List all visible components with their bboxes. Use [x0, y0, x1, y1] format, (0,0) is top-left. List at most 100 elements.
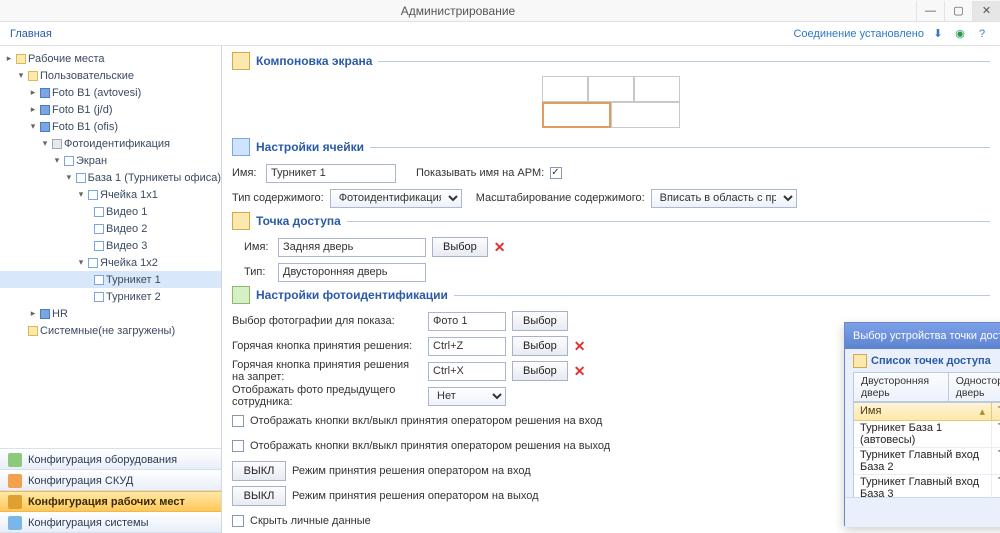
hotkey-deny-input[interactable] — [428, 362, 506, 381]
nav-config-system[interactable]: Конфигурация системы — [0, 512, 221, 533]
chk-hide-personal[interactable] — [232, 515, 244, 527]
turnstile-icon — [94, 275, 104, 285]
layout-preview[interactable] — [542, 76, 682, 128]
panel-title: Настройки ячейки — [256, 140, 364, 154]
screen-icon — [64, 156, 74, 166]
nav-buttons: Конфигурация оборудования Конфигурация С… — [0, 448, 221, 533]
content-type-label: Тип содержимого: — [232, 192, 324, 204]
gear-icon — [8, 453, 22, 467]
tree-node[interactable]: ▾Ячейка 1x2 — [0, 254, 221, 271]
ribbon-tab-main[interactable]: Главная — [10, 28, 52, 40]
tree-node[interactable]: Системные(не загружены) — [0, 322, 221, 339]
lock-icon — [8, 474, 22, 488]
panel-layout-head: Компоновка экрана — [232, 52, 990, 70]
ap-name-input[interactable] — [278, 238, 426, 257]
chk-exit[interactable] — [232, 440, 244, 452]
cell-name-input[interactable] — [266, 164, 396, 183]
tree-node[interactable]: ▾Фотоидентификация — [0, 135, 221, 152]
maximize-button[interactable]: ▢ — [944, 1, 972, 21]
globe-icon[interactable]: ◉ — [952, 26, 968, 42]
tree-node[interactable]: ▾База 1 (Турникеты офиса) — [0, 169, 221, 186]
show-prev-label: Отображать фото предыдущего сотрудника: — [232, 384, 422, 408]
show-name-checkbox[interactable] — [550, 167, 562, 179]
dialog-caption: Список точек доступа — [871, 355, 991, 367]
mode-exit-label: Режим принятия решения оператором на вых… — [292, 490, 539, 502]
tree-leaf[interactable]: Видео 3 — [0, 237, 221, 254]
cell-icon — [232, 138, 250, 156]
tree-node[interactable]: ▸Foto B1 (j/d) — [0, 101, 221, 118]
monitor-icon — [40, 105, 50, 115]
dialog-titlebar[interactable]: Выбор устройства точки доступа ✕ — [845, 323, 1000, 349]
download-icon[interactable]: ⬇ — [930, 26, 946, 42]
hotkey-deny-button[interactable]: Выбор — [512, 361, 568, 381]
show-name-label: Показывать имя на АРМ: — [416, 167, 544, 179]
mode-exit-toggle[interactable]: ВЫКЛ — [232, 486, 286, 506]
panel-photo-head: Настройки фотоидентификации — [232, 286, 990, 304]
layout-icon — [232, 52, 250, 70]
chk-enter-label: Отображать кнопки вкл/выкл принятия опер… — [250, 415, 602, 427]
nav-config-hardware[interactable]: Конфигурация оборудования — [0, 449, 221, 470]
tree-node[interactable]: ▾Foto B1 (ofis) — [0, 118, 221, 135]
mode-enter-toggle[interactable]: ВЫКЛ — [232, 461, 286, 481]
tree-leaf[interactable]: Видео 1 — [0, 203, 221, 220]
clear-icon[interactable]: ✕ — [574, 338, 586, 355]
cell-icon — [88, 258, 98, 268]
page-icon — [76, 173, 86, 183]
col-name[interactable]: Имя ▴ — [854, 403, 992, 420]
ap-select-button[interactable]: Выбор — [432, 237, 488, 257]
tab-one-way-door[interactable]: Односторонняя дверь — [948, 372, 1000, 402]
window-title: Администрирование — [0, 4, 916, 18]
chk-enter[interactable] — [232, 415, 244, 427]
col-type[interactable]: Тип устройства точки доступа — [992, 403, 1000, 420]
clear-icon[interactable]: ✕ — [494, 239, 506, 256]
table-row[interactable]: Турникет База 1 (автовесы)Турникет — [854, 421, 1000, 448]
tab-two-way-door[interactable]: Двусторонняя дверь — [853, 372, 949, 402]
scaling-select[interactable]: Вписать в область с пропорциями — [651, 189, 797, 208]
tree-node[interactable]: ▸HR — [0, 305, 221, 322]
list-icon — [853, 354, 867, 368]
puzzle-icon — [8, 516, 22, 530]
table-row[interactable]: Турникет Главный вход База 2Турникет — [854, 448, 1000, 475]
photo-choice-label: Выбор фотографии для показа: — [232, 315, 422, 327]
photo-choice-input[interactable] — [428, 312, 506, 331]
hotkey-accept-button[interactable]: Выбор — [512, 336, 568, 356]
panel-cell-head: Настройки ячейки — [232, 138, 990, 156]
nav-config-skud[interactable]: Конфигурация СКУД — [0, 470, 221, 491]
chk-exit-label: Отображать кнопки вкл/выкл принятия опер… — [250, 440, 610, 452]
ap-name-label: Имя: — [244, 241, 272, 253]
video-icon — [94, 241, 104, 251]
panel-accesspoint-head: Точка доступа — [232, 212, 990, 230]
clear-icon[interactable]: ✕ — [574, 363, 586, 380]
dialog-title: Выбор устройства точки доступа — [853, 330, 1000, 342]
ap-type-input[interactable] — [278, 263, 426, 282]
hotkey-accept-input[interactable] — [428, 337, 506, 356]
tree-node[interactable]: ▾Пользовательские — [0, 67, 221, 84]
minimize-button[interactable]: — — [916, 1, 944, 21]
folder-icon — [28, 71, 38, 81]
nav-config-workplaces[interactable]: Конфигурация рабочих мест — [0, 491, 221, 512]
tree-leaf-selected[interactable]: Турникет 1 — [0, 271, 221, 288]
table-row[interactable]: Турникет Главный вход База 3Турникет — [854, 475, 1000, 500]
tree-node[interactable]: ▸Foto B1 (avtovesi) — [0, 84, 221, 101]
show-prev-select[interactable]: Нет — [428, 387, 506, 406]
hotkey-deny-label: Горячая кнопка принятия решения на запре… — [232, 359, 422, 383]
content-type-select[interactable]: Фотоидентификация — [330, 189, 462, 208]
close-button[interactable]: ✕ — [972, 1, 1000, 21]
device-grid[interactable]: Имя ▴ Тип устройства точки доступа Турни… — [853, 402, 1000, 500]
settings-icon — [52, 139, 62, 149]
tree-leaf[interactable]: Видео 2 — [0, 220, 221, 237]
chk-hide-label: Скрыть личные данные — [250, 515, 371, 527]
dialog-tabs: Двусторонняя дверь Односторонняя дверь Т… — [853, 372, 1000, 402]
id-icon — [232, 286, 250, 304]
mode-enter-label: Режим принятия решения оператором на вхо… — [292, 465, 531, 477]
help-icon[interactable]: ? — [974, 26, 990, 42]
tree-root[interactable]: ▸Рабочие места — [0, 50, 221, 67]
titlebar: Администрирование — ▢ ✕ — [0, 0, 1000, 22]
tree-leaf[interactable]: Турникет 2 — [0, 288, 221, 305]
tree-node[interactable]: ▾Экран — [0, 152, 221, 169]
workspace-tree[interactable]: ▸Рабочие места ▾Пользовательские ▸Foto B… — [0, 46, 221, 448]
tree-node[interactable]: ▾Ячейка 1x1 — [0, 186, 221, 203]
ap-type-label: Тип: — [244, 266, 272, 278]
photo-choice-button[interactable]: Выбор — [512, 311, 568, 331]
turnstile-icon — [94, 292, 104, 302]
